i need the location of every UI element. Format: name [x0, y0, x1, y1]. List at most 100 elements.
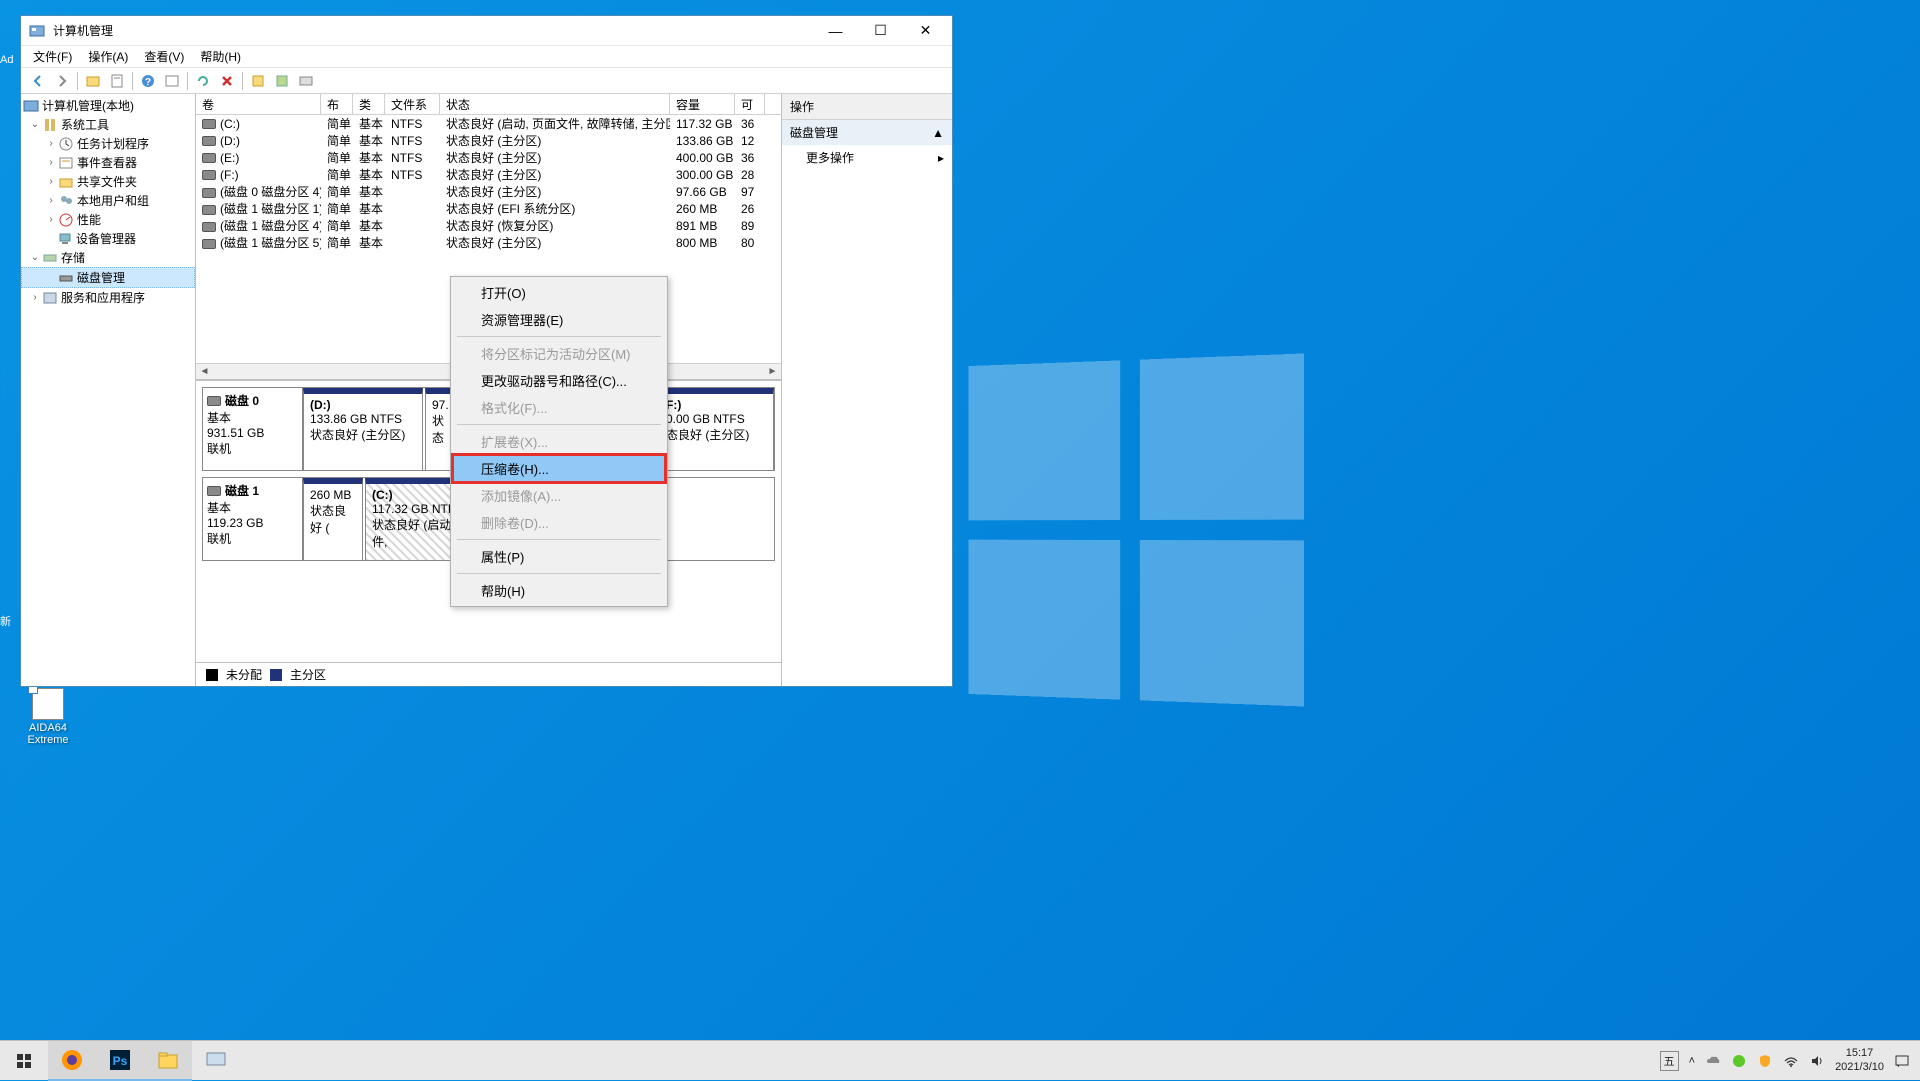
ctx-properties[interactable]: 属性(P) [453, 543, 665, 570]
ctx-delete: 删除卷(D)... [453, 509, 665, 536]
collapse-icon: ▲ [932, 126, 944, 140]
start-button[interactable] [0, 1041, 48, 1081]
taskbar-firefox[interactable] [48, 1041, 96, 1081]
tray-volume-icon[interactable] [1809, 1053, 1825, 1069]
tree-services[interactable]: › 服务和应用程序 [21, 288, 195, 307]
taskbar-compmgmt[interactable] [192, 1041, 240, 1081]
tree-device-manager[interactable]: 设备管理器 [21, 229, 195, 248]
desktop-wallpaper-logo [969, 353, 1304, 706]
tree-shared-folders[interactable]: › 共享文件夹 [21, 172, 195, 191]
toolbar-settings-icon[interactable] [295, 70, 317, 92]
col-status[interactable]: 状态 [440, 94, 670, 114]
ctx-help[interactable]: 帮助(H) [453, 577, 665, 604]
volume-row[interactable]: (E:)简单基本NTFS状态良好 (主分区)400.00 GB36 [196, 149, 781, 166]
menubar: 文件(F) 操作(A) 查看(V) 帮助(H) [21, 46, 952, 68]
disk1-partition-efi[interactable]: 260 MB 状态良好 ( [303, 478, 363, 560]
col-capacity[interactable]: 容量 [670, 94, 735, 114]
volume-row[interactable]: (C:)简单基本NTFS状态良好 (启动, 页面文件, 故障转储, 主分区)11… [196, 115, 781, 132]
menu-action[interactable]: 操作(A) [80, 46, 136, 67]
tray-notifications-icon[interactable] [1894, 1053, 1910, 1069]
menu-view[interactable]: 查看(V) [136, 46, 192, 67]
disk0-partition-f[interactable]: F:) 0.00 GB NTFS 态良好 (主分区) [659, 388, 774, 470]
toolbar: ? [21, 68, 952, 94]
ctx-mark-active: 将分区标记为活动分区(M) [453, 340, 665, 367]
ime-indicator[interactable]: 五 [1660, 1051, 1679, 1071]
volume-row[interactable]: (磁盘 1 磁盘分区 1)简单基本状态良好 (EFI 系统分区)260 MB26 [196, 200, 781, 217]
disk-0-label[interactable]: 磁盘 0 基本 931.51 GB 联机 [203, 388, 303, 470]
tray-wechat-icon[interactable] [1731, 1053, 1747, 1069]
toolbar-action-icon[interactable] [271, 70, 293, 92]
desktop-icon-aida64[interactable]: AIDA64 Extreme [20, 688, 76, 746]
tree-performance[interactable]: › 性能 [21, 210, 195, 229]
col-free[interactable]: 可 [735, 94, 765, 114]
context-menu: 打开(O) 资源管理器(E) 将分区标记为活动分区(M) 更改驱动器号和路径(C… [450, 276, 668, 607]
disk-icon [207, 486, 221, 496]
menu-file[interactable]: 文件(F) [25, 46, 80, 67]
volume-row[interactable]: (F:)简单基本NTFS状态良好 (主分区)300.00 GB28 [196, 166, 781, 183]
ctx-change-letter[interactable]: 更改驱动器号和路径(C)... [453, 367, 665, 394]
col-volume[interactable]: 卷 [196, 94, 321, 114]
taskbar-photoshop[interactable]: Ps [96, 1041, 144, 1081]
tray-chevron-icon[interactable]: ˄ [1689, 1055, 1695, 1067]
actions-more[interactable]: 更多操作▸ [782, 145, 952, 170]
disk-icon [207, 396, 221, 406]
close-button[interactable]: ✕ [903, 17, 948, 45]
toolbar-list-icon[interactable] [161, 70, 183, 92]
tree-event-viewer[interactable]: › 事件查看器 [21, 153, 195, 172]
toolbar-delete-icon[interactable] [216, 70, 238, 92]
col-layout[interactable]: 布局 [321, 94, 353, 114]
titlebar[interactable]: 计算机管理 — ☐ ✕ [21, 16, 952, 46]
ctx-extend: 扩展卷(X)... [453, 428, 665, 455]
tray-clock[interactable]: 15:17 2021/3/10 [1835, 1047, 1884, 1073]
chevron-right-icon: ▸ [938, 151, 944, 165]
maximize-button[interactable]: ☐ [858, 17, 903, 45]
tree-root[interactable]: 计算机管理(本地) [21, 96, 195, 115]
menu-help[interactable]: 帮助(H) [192, 46, 249, 67]
ctx-shrink[interactable]: 压缩卷(H)... [453, 455, 665, 482]
disk-1-label[interactable]: 磁盘 1 基本 119.23 GB 联机 [203, 478, 303, 560]
ctx-format: 格式化(F)... [453, 394, 665, 421]
desktop-shortcut-crop[interactable]: Ad [0, 54, 13, 66]
svg-text:Ps: Ps [113, 1054, 128, 1068]
toolbar-folder-icon[interactable] [82, 70, 104, 92]
svg-text:?: ? [145, 77, 151, 88]
toolbar-props-icon[interactable] [106, 70, 128, 92]
volume-row[interactable]: (磁盘 1 磁盘分区 4)简单基本状态良好 (恢复分区)891 MB89 [196, 217, 781, 234]
app-icon [29, 23, 45, 39]
system-tray: 五 ˄ 15:17 2021/3/10 [1650, 1047, 1920, 1073]
volume-row[interactable]: (磁盘 1 磁盘分区 5)简单基本状态良好 (主分区)800 MB80 [196, 234, 781, 251]
legend-unallocated: 未分配 [226, 666, 262, 683]
tray-onedrive-icon[interactable] [1705, 1053, 1721, 1069]
disk0-partition-d[interactable]: (D:) 133.86 GB NTFS 状态良好 (主分区) [303, 388, 423, 470]
tree-system-tools[interactable]: ⌄ 系统工具 [21, 115, 195, 134]
help-icon[interactable]: ? [137, 70, 159, 92]
col-type[interactable]: 类型 [353, 94, 385, 114]
toolbar-refresh-icon[interactable] [192, 70, 214, 92]
ctx-open[interactable]: 打开(O) [453, 279, 665, 306]
actions-disk-mgmt[interactable]: 磁盘管理▲ [782, 120, 952, 145]
col-fs[interactable]: 文件系统 [385, 94, 440, 114]
minimize-button[interactable]: — [813, 17, 858, 45]
ctx-explorer[interactable]: 资源管理器(E) [453, 306, 665, 333]
taskbar: Ps 五 ˄ 15:17 2021/3/10 [0, 1040, 1920, 1080]
tree-storage[interactable]: ⌄ 存储 [21, 248, 195, 267]
tree-task-scheduler[interactable]: › 任务计划程序 [21, 134, 195, 153]
ctx-mirror: 添加镜像(A)... [453, 482, 665, 509]
window-title: 计算机管理 [49, 22, 813, 39]
tray-defender-icon[interactable] [1757, 1053, 1773, 1069]
desktop-shortcut-crop2[interactable]: 新 [0, 613, 11, 629]
actions-panel: 操作 磁盘管理▲ 更多操作▸ [782, 94, 952, 686]
tray-wifi-icon[interactable] [1783, 1053, 1799, 1069]
navigation-tree: 计算机管理(本地) ⌄ 系统工具 › 任务计划程序 › 事件查看器 › 共享文件… [21, 94, 196, 686]
volume-list-header[interactable]: 卷 布局 类型 文件系统 状态 容量 可 [196, 94, 781, 115]
toolbar-new-icon[interactable] [247, 70, 269, 92]
taskbar-explorer[interactable] [144, 1041, 192, 1081]
legend: 未分配 主分区 [196, 662, 781, 686]
volume-row[interactable]: (D:)简单基本NTFS状态良好 (主分区)133.86 GB12 [196, 132, 781, 149]
volume-row[interactable]: (磁盘 0 磁盘分区 4)简单基本状态良好 (主分区)97.66 GB97 [196, 183, 781, 200]
actions-header: 操作 [782, 94, 952, 120]
forward-button[interactable] [51, 70, 73, 92]
tree-local-users[interactable]: › 本地用户和组 [21, 191, 195, 210]
tree-disk-management[interactable]: 磁盘管理 [21, 267, 195, 288]
back-button[interactable] [27, 70, 49, 92]
